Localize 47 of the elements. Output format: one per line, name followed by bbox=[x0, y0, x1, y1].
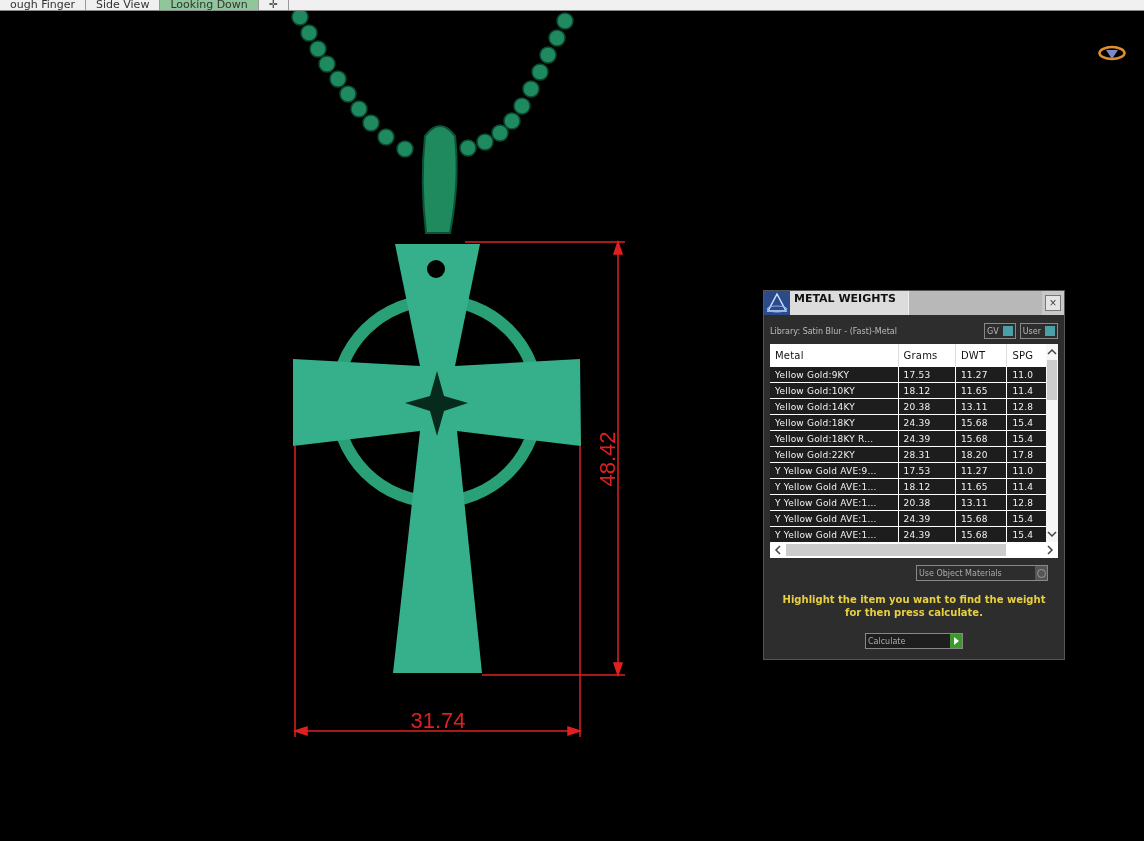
view-gizmo-icon[interactable] bbox=[1098, 43, 1126, 63]
table-cell-text: 15.4 bbox=[1011, 416, 1035, 430]
table-cell-text: 15.4 bbox=[1011, 432, 1035, 446]
table-row[interactable]: Y Yellow Gold AVE:1... 24.39 15.68 15.4 bbox=[770, 526, 1046, 542]
scroll-right-icon[interactable] bbox=[1046, 545, 1054, 555]
scroll-up-icon[interactable] bbox=[1047, 348, 1057, 356]
use-object-materials-toggle[interactable]: Use Object Materials bbox=[916, 565, 1048, 581]
toggle-switch[interactable]: User bbox=[1019, 323, 1058, 339]
scroll-thumb[interactable] bbox=[786, 544, 1006, 556]
calculate-button[interactable]: Calculate bbox=[865, 633, 963, 649]
table-row[interactable]: Y Yellow Gold AVE:9... 17.53 11.27 11.0 bbox=[770, 462, 1046, 478]
toggle-switch[interactable]: GV bbox=[984, 323, 1016, 339]
close-button[interactable]: × bbox=[1045, 295, 1061, 311]
table-row[interactable]: Yellow Gold:22KY 28.31 18.20 17.8 bbox=[770, 446, 1046, 462]
table-cell-text: 17.8 bbox=[1011, 448, 1035, 462]
table-row[interactable]: Yellow Gold:9KY 17.53 11.27 11.0 bbox=[770, 366, 1046, 382]
table-row[interactable]: Yellow Gold:18KY 24.39 15.68 15.4 bbox=[770, 414, 1046, 430]
view-tab[interactable]: ✛ bbox=[258, 0, 290, 10]
table-cell-text: 12.8 bbox=[1011, 496, 1035, 510]
table-cell-text: 11.4 bbox=[1011, 384, 1035, 398]
scroll-down-icon[interactable] bbox=[1047, 530, 1057, 538]
table-row[interactable]: Yellow Gold:18KY R... 24.39 15.68 15.4 bbox=[770, 430, 1046, 446]
scroll-left-icon[interactable] bbox=[774, 545, 782, 555]
view-tab[interactable]: ough Finger bbox=[0, 0, 86, 10]
table-row[interactable]: Yellow Gold:14KY 20.38 13.11 12.8 bbox=[770, 398, 1046, 414]
table-cell-text: 12.8 bbox=[1011, 400, 1035, 414]
table-row[interactable]: Y Yellow Gold AVE:1... 18.12 11.65 11.4 bbox=[770, 478, 1046, 494]
instruction-text: Highlight the item you want to find the weight for then press calculate. bbox=[782, 593, 1046, 619]
library-label: Library: Satin Blur - (Fast)-Metal bbox=[770, 326, 898, 336]
horizontal-scrollbar[interactable] bbox=[770, 542, 1058, 558]
width-dimension-label: 31.74 bbox=[410, 708, 466, 733]
table-cell-text: 15.4 bbox=[1011, 512, 1035, 526]
panel-title: METAL WEIGHTS bbox=[790, 291, 908, 315]
table-cell-text: 11.0 bbox=[1011, 464, 1035, 478]
table-cell-text: 11.4 bbox=[1011, 480, 1035, 494]
table-cell-text: 11.0 bbox=[1011, 368, 1035, 382]
column-header[interactable]: SPG bbox=[1007, 344, 1046, 366]
scroll-thumb[interactable] bbox=[1047, 360, 1057, 400]
view-tab[interactable]: Looking Down bbox=[160, 0, 259, 10]
table-cell-text: 15.4 bbox=[1011, 528, 1035, 542]
app-logo-icon bbox=[764, 291, 790, 315]
table-row[interactable]: Y Yellow Gold AVE:1... 20.38 13.11 12.8 bbox=[770, 494, 1046, 510]
play-icon bbox=[950, 634, 962, 648]
table-row[interactable]: Yellow Gold:10KY 18.12 11.65 11.4 bbox=[770, 382, 1046, 398]
vertical-scrollbar[interactable] bbox=[1046, 344, 1058, 542]
height-dimension-label: 48.42 bbox=[595, 431, 620, 487]
table-row[interactable]: Y Yellow Gold AVE:1... 24.39 15.68 15.4 bbox=[770, 510, 1046, 526]
